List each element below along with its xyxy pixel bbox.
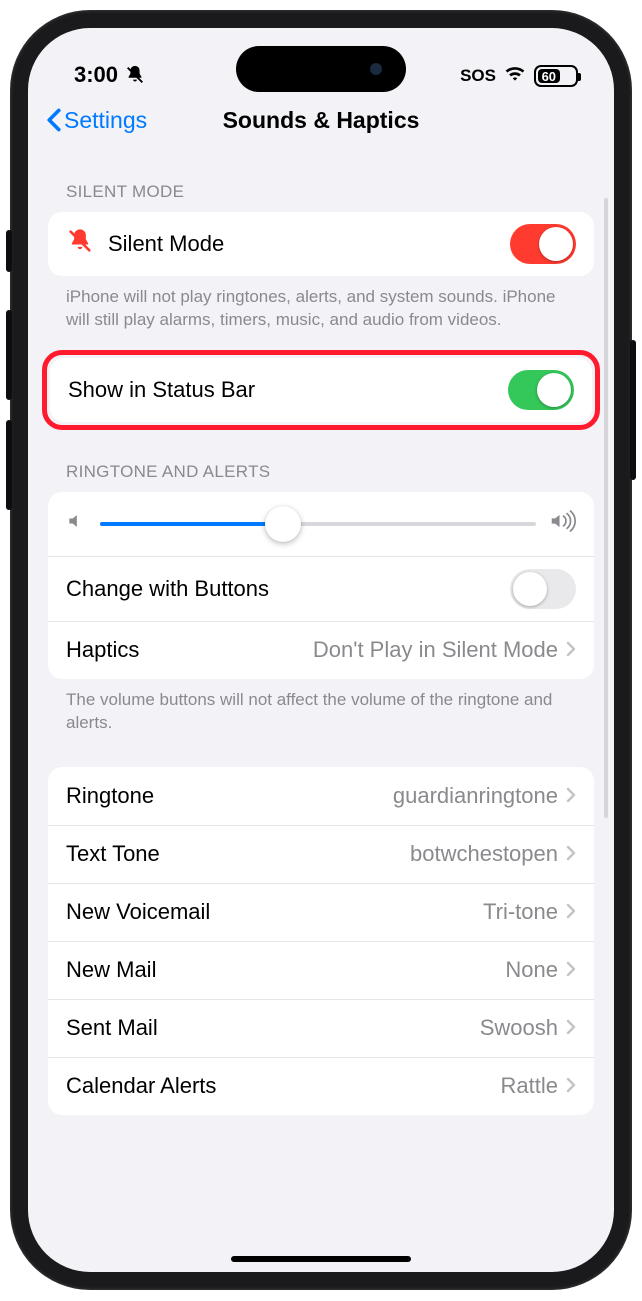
- back-button[interactable]: Settings: [46, 107, 147, 134]
- side-button-vol-down: [6, 420, 12, 510]
- side-button-power: [630, 340, 636, 480]
- sound-value: Tri-tone: [483, 899, 558, 925]
- section-header-ringtone: RINGTONE AND ALERTS: [48, 430, 594, 492]
- wifi-icon: [504, 64, 526, 88]
- row-sound-calendar-alerts[interactable]: Calendar AlertsRattle: [48, 1057, 594, 1115]
- speaker-low-icon: [66, 511, 86, 537]
- phone-frame: 3:00 SOS 60 Settings Sounds & Ha: [10, 10, 632, 1290]
- chevron-left-icon: [46, 108, 62, 132]
- scroll-indicator: [604, 198, 608, 818]
- sound-label: New Mail: [66, 957, 505, 983]
- battery-level: 60: [538, 69, 560, 83]
- show-statusbar-label: Show in Status Bar: [68, 377, 508, 403]
- status-time: 3:00: [74, 62, 118, 88]
- chevron-right-icon: [566, 637, 576, 663]
- haptics-label: Haptics: [66, 637, 313, 663]
- row-sound-new-voicemail[interactable]: New VoicemailTri-tone: [48, 883, 594, 941]
- nav-bar: Settings Sounds & Haptics: [28, 90, 614, 150]
- sound-value: Rattle: [501, 1073, 558, 1099]
- side-button-silent: [6, 230, 12, 272]
- battery-icon: 60: [534, 65, 578, 87]
- dynamic-island: [236, 46, 406, 92]
- show-statusbar-toggle[interactable]: [508, 370, 574, 410]
- chevron-right-icon: [566, 957, 576, 983]
- row-show-statusbar[interactable]: Show in Status Bar: [50, 358, 592, 422]
- group-show-statusbar: Show in Status Bar: [50, 358, 592, 422]
- page-title: Sounds & Haptics: [223, 107, 420, 134]
- sound-value: Swoosh: [480, 1015, 558, 1041]
- sound-label: Sent Mail: [66, 1015, 480, 1041]
- row-sound-sent-mail[interactable]: Sent MailSwoosh: [48, 999, 594, 1057]
- silent-mode-label: Silent Mode: [108, 231, 510, 257]
- group-sounds-list: RingtoneguardianringtoneText Tonebotwche…: [48, 767, 594, 1115]
- silent-mode-toggle[interactable]: [510, 224, 576, 264]
- chevron-right-icon: [566, 783, 576, 809]
- sound-value: None: [505, 957, 558, 983]
- back-label: Settings: [64, 107, 147, 134]
- chevron-right-icon: [566, 1073, 576, 1099]
- row-haptics[interactable]: Haptics Don't Play in Silent Mode: [48, 621, 594, 679]
- group-silent-mode: Silent Mode: [48, 212, 594, 276]
- sound-label: Calendar Alerts: [66, 1073, 501, 1099]
- sound-value: botwchestopen: [410, 841, 558, 867]
- sound-label: Text Tone: [66, 841, 410, 867]
- content-scroll[interactable]: SILENT MODE Silent Mode iPhone will not …: [28, 150, 614, 1272]
- chevron-right-icon: [566, 841, 576, 867]
- silent-mode-footer: iPhone will not play ringtones, alerts, …: [48, 276, 594, 332]
- change-buttons-toggle[interactable]: [510, 569, 576, 609]
- volume-slider[interactable]: [100, 522, 536, 526]
- slider-knob[interactable]: [265, 506, 301, 542]
- row-change-buttons[interactable]: Change with Buttons: [48, 556, 594, 621]
- chevron-right-icon: [566, 899, 576, 925]
- chevron-right-icon: [566, 1015, 576, 1041]
- sound-value: guardianringtone: [393, 783, 558, 809]
- row-sound-ringtone[interactable]: Ringtoneguardianringtone: [48, 767, 594, 825]
- sound-label: Ringtone: [66, 783, 393, 809]
- silent-bell-icon: [124, 64, 146, 86]
- group-ringtone-alerts: Change with Buttons Haptics Don't Play i…: [48, 492, 594, 679]
- section-header-silent: SILENT MODE: [48, 150, 594, 212]
- screen: 3:00 SOS 60 Settings Sounds & Ha: [28, 28, 614, 1272]
- slider-fill: [100, 522, 283, 526]
- haptics-value: Don't Play in Silent Mode: [313, 637, 558, 663]
- row-silent-mode[interactable]: Silent Mode: [48, 212, 594, 276]
- row-sound-new-mail[interactable]: New MailNone: [48, 941, 594, 999]
- row-sound-text-tone[interactable]: Text Tonebotwchestopen: [48, 825, 594, 883]
- change-buttons-label: Change with Buttons: [66, 576, 510, 602]
- home-indicator[interactable]: [231, 1256, 411, 1262]
- highlight-ring: Show in Status Bar: [42, 350, 600, 430]
- bell-slash-icon: [66, 227, 94, 261]
- speaker-high-icon: [550, 510, 576, 538]
- sound-label: New Voicemail: [66, 899, 483, 925]
- row-volume-slider[interactable]: [48, 492, 594, 556]
- status-sos: SOS: [460, 66, 496, 86]
- ringtone-footer: The volume buttons will not affect the v…: [48, 679, 594, 735]
- side-button-vol-up: [6, 310, 12, 400]
